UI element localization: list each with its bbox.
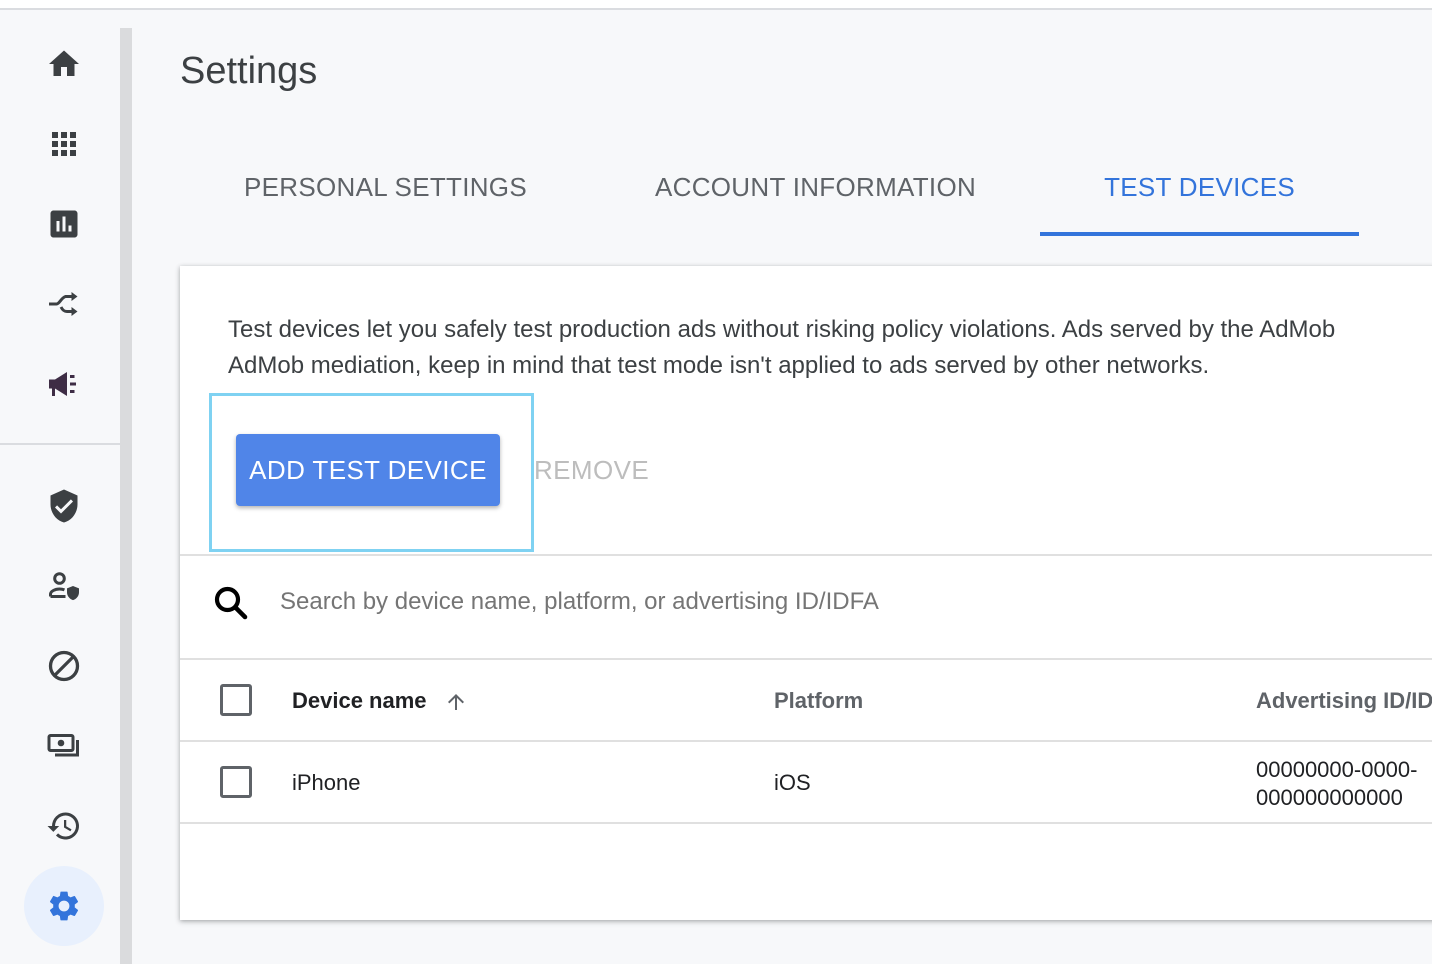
sidebar-item-policy-center[interactable] bbox=[24, 466, 104, 546]
tab-personal-settings[interactable]: PERSONAL SETTINGS bbox=[180, 150, 591, 236]
description-line-2: AdMob mediation, keep in mind that test … bbox=[228, 352, 1210, 379]
cell-advertising-id: 00000000-0000- 000000000000 bbox=[1256, 756, 1432, 812]
main-content: Settings PERSONAL SETTINGS ACCOUNT INFOR… bbox=[132, 10, 1432, 964]
payments-icon bbox=[47, 734, 79, 757]
search-icon bbox=[214, 586, 248, 620]
bar-chart-icon bbox=[50, 210, 78, 238]
sidebar-item-apps[interactable] bbox=[24, 104, 104, 184]
sidebar-item-mediation[interactable] bbox=[24, 264, 104, 344]
column-header-platform[interactable]: Platform bbox=[774, 688, 863, 714]
tab-account-information[interactable]: ACCOUNT INFORMATION bbox=[591, 150, 1040, 236]
advertising-id-line-1: 00000000-0000- bbox=[1256, 757, 1418, 782]
sidebar-item-campaigns[interactable] bbox=[24, 344, 104, 424]
divider bbox=[180, 740, 1432, 742]
block-icon bbox=[48, 650, 80, 682]
sidebar-scrollbar[interactable] bbox=[120, 28, 132, 964]
apps-grid-icon bbox=[52, 132, 76, 156]
column-header-advertising-id[interactable]: Advertising ID/ID bbox=[1256, 688, 1432, 714]
sidebar-item-blocking-controls[interactable] bbox=[24, 626, 104, 706]
add-test-device-button[interactable]: ADD TEST DEVICE bbox=[236, 434, 500, 506]
select-all-checkbox[interactable] bbox=[220, 684, 252, 716]
sidebar-item-home[interactable] bbox=[24, 24, 104, 104]
shield-check-icon bbox=[50, 489, 78, 523]
shuffle-icon bbox=[49, 292, 78, 316]
test-devices-card: Test devices let you safely test product… bbox=[180, 266, 1432, 920]
history-icon bbox=[47, 812, 79, 840]
settings-tabs: PERSONAL SETTINGS ACCOUNT INFORMATION TE… bbox=[180, 150, 1359, 236]
divider bbox=[180, 822, 1432, 824]
tab-test-devices[interactable]: TEST DEVICES bbox=[1040, 150, 1359, 236]
column-header-device-name[interactable]: Device name bbox=[292, 688, 427, 714]
sidebar-item-privacy-messaging[interactable] bbox=[24, 546, 104, 626]
description-line-1: Test devices let you safely test product… bbox=[228, 316, 1336, 343]
remove-button[interactable]: REMOVE bbox=[534, 434, 649, 506]
divider bbox=[180, 658, 1432, 660]
sort-ascending-icon[interactable] bbox=[444, 690, 468, 714]
search-input[interactable] bbox=[280, 580, 1380, 624]
gear-icon bbox=[49, 891, 79, 921]
top-bar-edge bbox=[0, 0, 1432, 10]
sidebar-divider bbox=[0, 443, 120, 445]
cell-platform: iOS bbox=[774, 770, 811, 795]
advertising-id-line-2: 000000000000 bbox=[1256, 785, 1403, 810]
megaphone-icon bbox=[49, 372, 76, 396]
test-devices-description: Test devices let you safely test product… bbox=[228, 312, 1432, 384]
person-shield-icon bbox=[49, 572, 79, 601]
sidebar-item-settings[interactable] bbox=[24, 866, 104, 946]
sidebar-nav bbox=[0, 10, 120, 964]
cell-device-name: iPhone bbox=[292, 770, 361, 795]
home-icon bbox=[49, 50, 79, 76]
row-checkbox[interactable] bbox=[220, 766, 252, 798]
sidebar-item-reports[interactable] bbox=[24, 184, 104, 264]
sidebar-item-change-history[interactable] bbox=[24, 786, 104, 866]
search-bar bbox=[180, 556, 1432, 658]
sidebar-item-payments[interactable] bbox=[24, 706, 104, 786]
page-title: Settings bbox=[180, 50, 318, 92]
